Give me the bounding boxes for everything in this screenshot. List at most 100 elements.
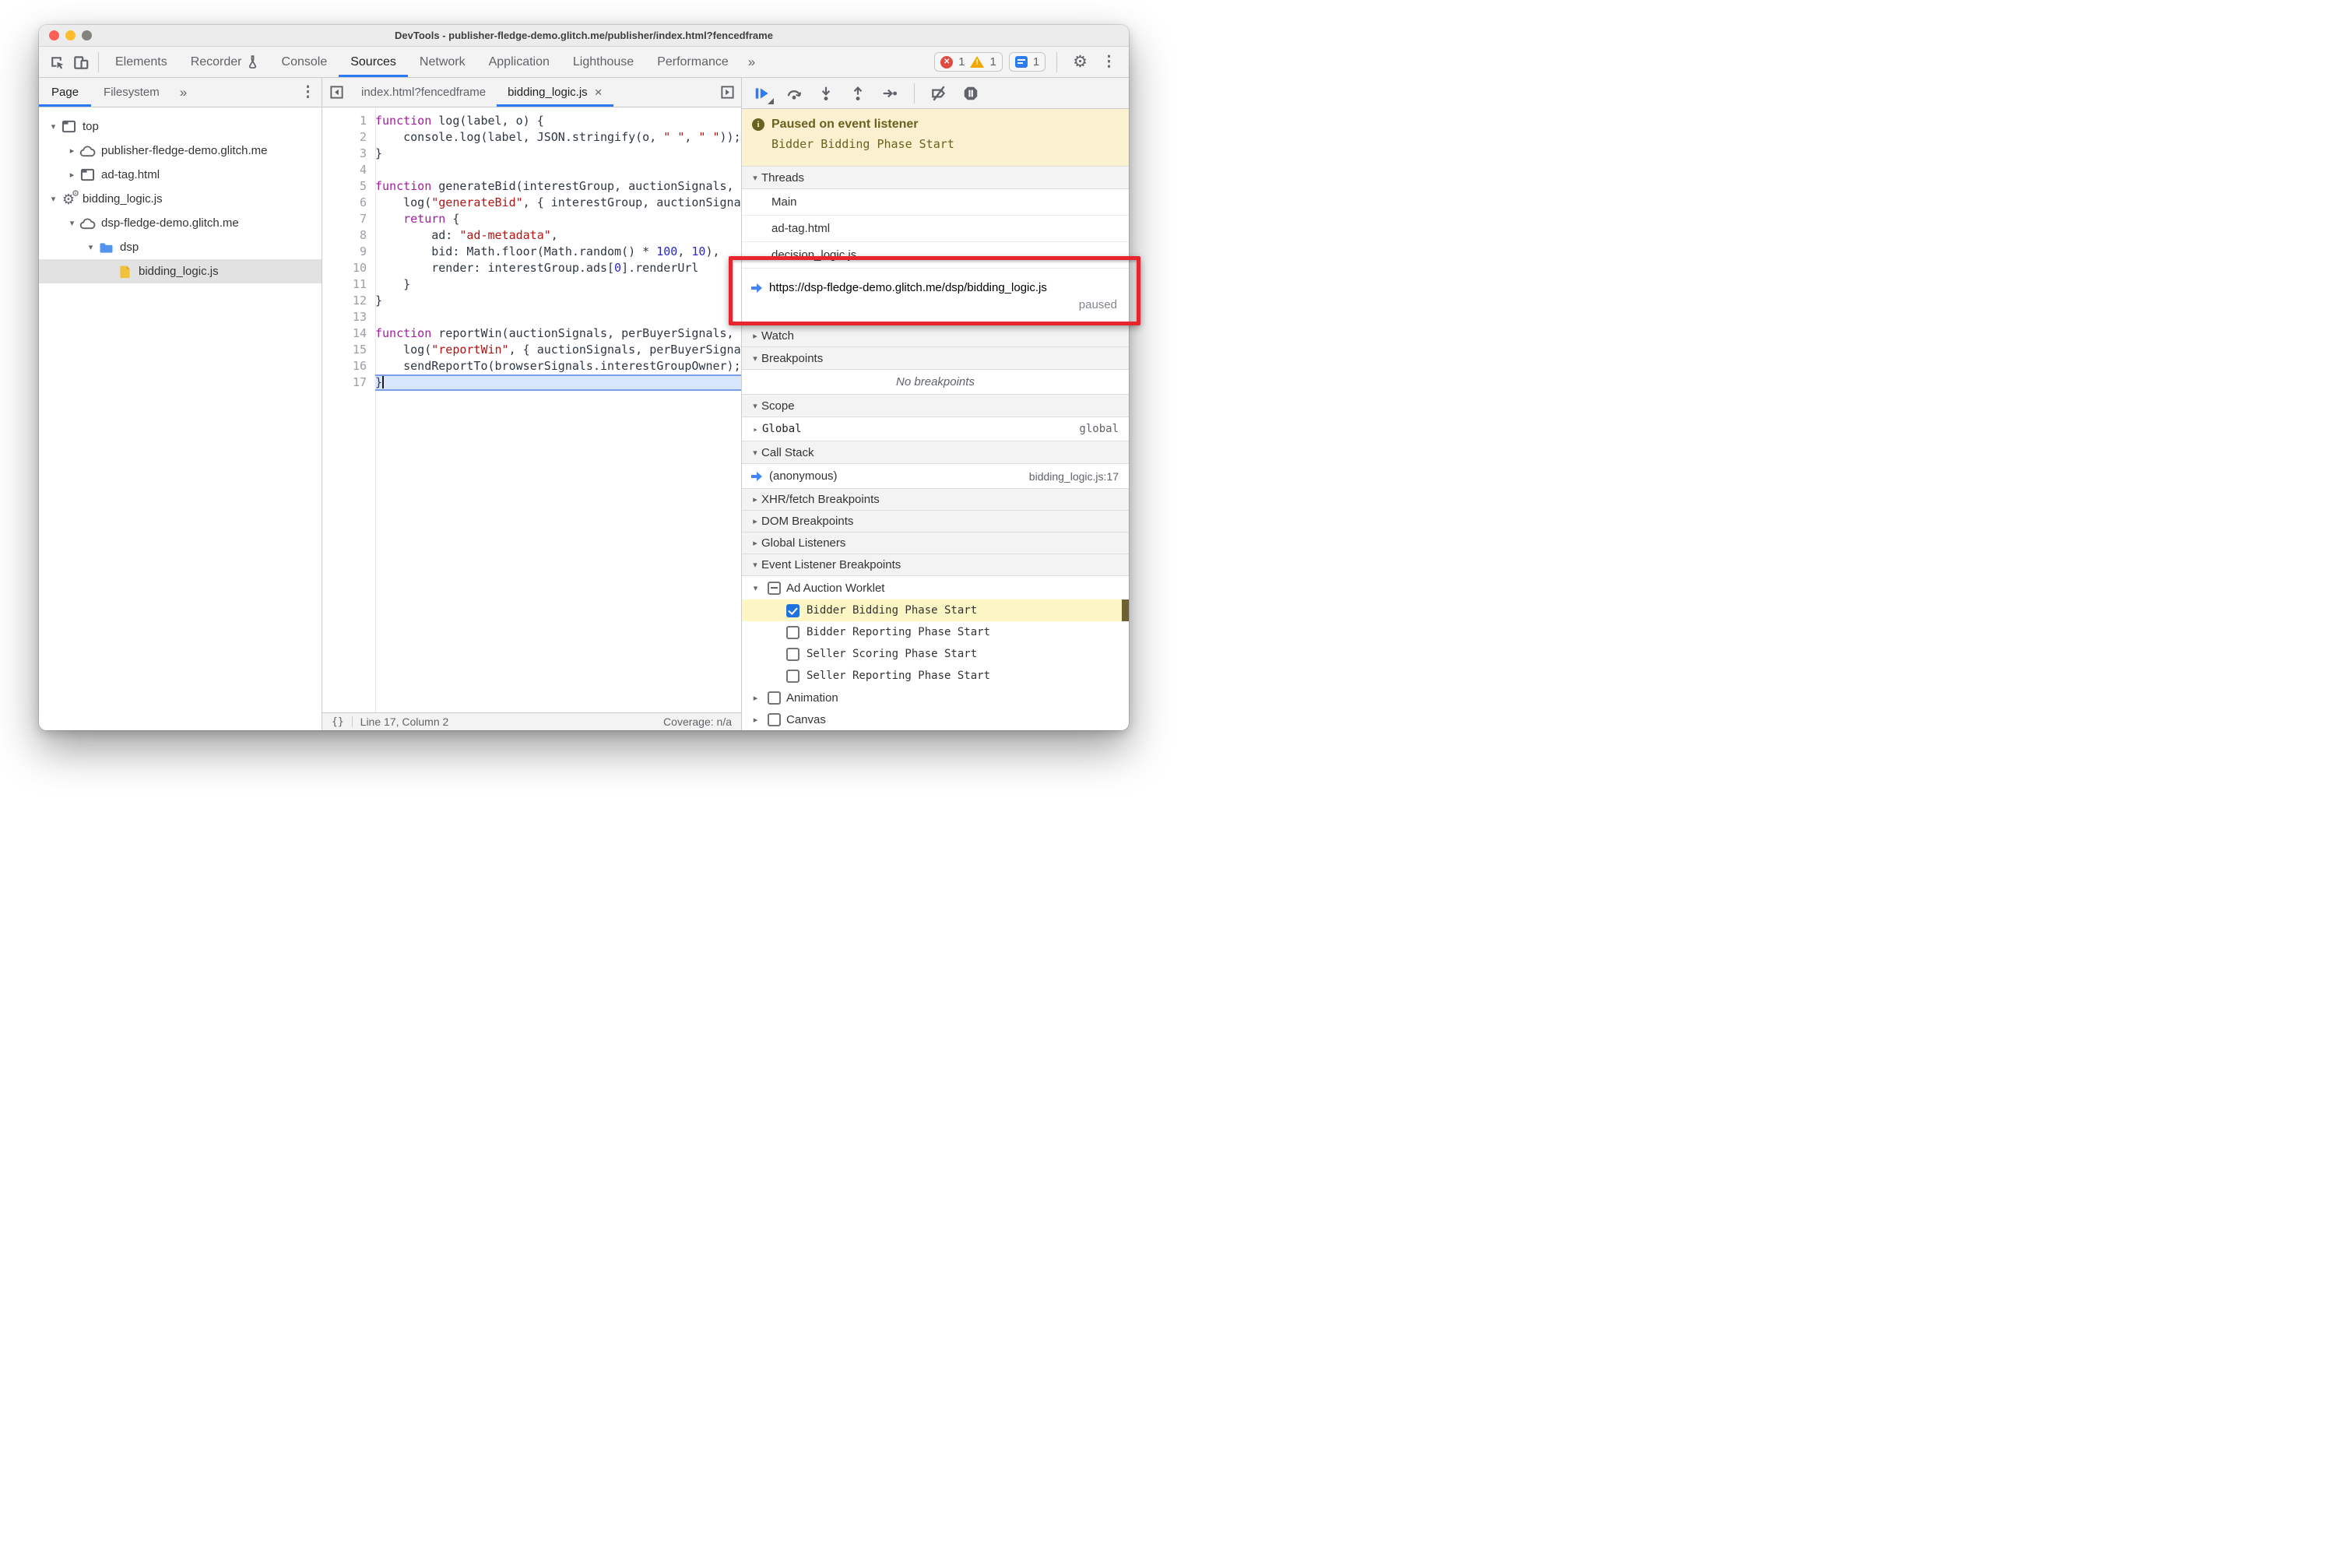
checkbox-checked[interactable]: [786, 603, 800, 617]
line-number[interactable]: 16: [322, 358, 375, 374]
code-line-5[interactable]: 5 function generateBid(interestGroup, auc…: [322, 178, 741, 195]
console-status-badges[interactable]: ✕ 1 ! 1: [934, 52, 1003, 72]
title-bar[interactable]: DevTools - publisher-fledge-demo.glitch.…: [39, 25, 1129, 47]
line-number[interactable]: 7: [322, 211, 375, 227]
step-button[interactable]: [881, 85, 898, 102]
ad-auction-worklet-checkbox[interactable]: [768, 581, 781, 595]
tab-filesystem[interactable]: Filesystem: [91, 78, 172, 107]
panel-tab-application[interactable]: Application: [477, 47, 561, 77]
breakpoint-bidder-bidding-phase-start[interactable]: Bidder Bidding Phase Start: [742, 599, 1129, 621]
chevron-right-icon[interactable]: ▸: [749, 693, 762, 703]
device-toolbar-icon[interactable]: [69, 51, 93, 74]
chevron-right-icon[interactable]: ▸: [749, 715, 762, 725]
code-line-17[interactable]: 17}: [322, 374, 741, 391]
chevron-down-icon[interactable]: ▾: [84, 242, 97, 252]
line-number[interactable]: 1: [322, 113, 375, 129]
code-line-12[interactable]: 12}: [322, 293, 741, 309]
section-dom-breakpoints[interactable]: ▸ DOM Breakpoints: [742, 510, 1129, 533]
tree-item-bidding-logic-js[interactable]: ▾ ⚙ ⚙ bidding_logic.js: [39, 187, 322, 211]
tab-page[interactable]: Page: [39, 78, 92, 107]
tree-item-ad-tag-html[interactable]: ▸ ad-tag.html: [39, 163, 322, 187]
tree-item-dsp-fledge-demo-glitch-me[interactable]: ▾ dsp-fledge-demo.glitch.me: [39, 211, 322, 235]
checkbox-unchecked[interactable]: [768, 691, 781, 705]
step-over-button[interactable]: [785, 85, 803, 102]
thread-row-decision-logic-js[interactable]: decision_logic.js: [742, 242, 1129, 269]
thread-row-main[interactable]: Main: [742, 189, 1129, 216]
elb-group-ad-auction-worklet[interactable]: ▾ Ad Auction Worklet: [742, 576, 1129, 599]
line-number[interactable]: 15: [322, 342, 375, 358]
panel-tab-console[interactable]: Console: [270, 47, 339, 77]
navigator-menu-kebab-icon[interactable]: ⋮: [297, 83, 322, 101]
inspect-element-icon[interactable]: [44, 51, 69, 74]
more-navigator-tabs-chevron[interactable]: »: [172, 85, 193, 100]
section-scope[interactable]: ▾ Scope: [742, 394, 1129, 417]
checkbox-unchecked[interactable]: [786, 669, 800, 683]
close-tab-icon[interactable]: ×: [595, 85, 603, 100]
panel-tab-elements[interactable]: Elements: [104, 47, 179, 77]
code-line-8[interactable]: 8 ad: "ad-metadata",: [322, 227, 741, 244]
code-line-9[interactable]: 9 bid: Math.floor(Math.random() * 100, 1…: [322, 244, 741, 260]
line-number[interactable]: 6: [322, 195, 375, 211]
breakpoint-bidder-reporting-phase-start[interactable]: Bidder Reporting Phase Start: [742, 621, 1129, 643]
section-breakpoints[interactable]: ▾ Breakpoints: [742, 346, 1129, 370]
panel-tab-network[interactable]: Network: [408, 47, 477, 77]
tab-bidding-logic-js[interactable]: bidding_logic.js ×: [497, 78, 613, 107]
section-global-listeners[interactable]: ▸ Global Listeners: [742, 532, 1129, 554]
checkbox-unchecked[interactable]: [768, 712, 781, 726]
line-number[interactable]: 9: [322, 244, 375, 260]
section-call-stack[interactable]: ▾ Call Stack: [742, 441, 1129, 464]
step-out-button[interactable]: [849, 85, 866, 102]
breakpoint-seller-scoring-phase-start[interactable]: Seller Scoring Phase Start: [742, 643, 1129, 665]
code-line-16[interactable]: 16 sendReportTo(browserSignals.interestG…: [322, 358, 741, 374]
panel-tab-performance[interactable]: Performance: [645, 47, 740, 77]
pretty-print-icon[interactable]: {}: [332, 716, 344, 728]
chevron-down-icon[interactable]: ▾: [65, 218, 79, 228]
section-xhr-breakpoints[interactable]: ▸ XHR/fetch Breakpoints: [742, 488, 1129, 511]
code-line-4[interactable]: 4: [322, 162, 741, 178]
elb-group-canvas[interactable]: ▸ Canvas: [742, 708, 1129, 730]
zoom-window-button[interactable]: [82, 30, 92, 40]
call-stack-frame[interactable]: (anonymous) bidding_logic.js:17: [742, 464, 1129, 489]
panel-tab-recorder[interactable]: Recorder: [179, 47, 270, 77]
code-line-15[interactable]: 15 log("reportWin", { auctionSignals, pe…: [322, 342, 741, 358]
code-line-14[interactable]: 14 function reportWin(auctionSignals, per…: [322, 325, 741, 342]
line-number[interactable]: 5: [322, 178, 375, 195]
hide-navigator-icon[interactable]: [322, 78, 350, 107]
tree-item-top[interactable]: ▾ top: [39, 114, 322, 139]
checkbox-unchecked[interactable]: [786, 625, 800, 639]
tree-item-bidding-logic-js[interactable]: bidding_logic.js: [39, 259, 322, 283]
breakpoint-seller-reporting-phase-start[interactable]: Seller Reporting Phase Start: [742, 665, 1129, 687]
resume-script-button[interactable]: [754, 85, 774, 104]
code-line-3[interactable]: 3}: [322, 146, 741, 162]
thread-row-ad-tag-html[interactable]: ad-tag.html: [742, 216, 1129, 242]
more-panels-chevron[interactable]: »: [740, 54, 761, 70]
line-number[interactable]: 13: [322, 309, 375, 325]
code-line-13[interactable]: 13: [322, 309, 741, 325]
line-number[interactable]: 11: [322, 276, 375, 293]
line-number[interactable]: 14: [322, 325, 375, 342]
chevron-down-icon[interactable]: ▾: [47, 194, 60, 204]
pause-on-exceptions-button[interactable]: [962, 85, 979, 102]
chevron-right-icon[interactable]: ▸: [65, 146, 79, 156]
tree-item-publisher-fledge-demo-glitch-me[interactable]: ▸ publisher-fledge-demo.glitch.me: [39, 139, 322, 163]
step-into-button[interactable]: [817, 85, 835, 102]
code-editor[interactable]: 1 function log(label, o) {2 console.log(l…: [322, 107, 741, 712]
code-line-2[interactable]: 2 console.log(label, JSON.stringify(o, "…: [322, 129, 741, 146]
code-line-1[interactable]: 1 function log(label, o) {: [322, 113, 741, 129]
chevron-down-icon[interactable]: ▾: [47, 121, 60, 132]
chevron-right-icon[interactable]: ▸: [65, 170, 79, 180]
minimize-window-button[interactable]: [65, 30, 76, 40]
code-line-7[interactable]: 7 return {: [322, 211, 741, 227]
scope-row-global[interactable]: ▸ Global global: [742, 417, 1129, 441]
line-number[interactable]: 17: [322, 374, 375, 391]
main-menu-kebab-icon[interactable]: ⋮: [1098, 53, 1123, 71]
checkbox-unchecked[interactable]: [786, 647, 800, 661]
panel-tab-sources[interactable]: Sources: [339, 47, 408, 77]
close-window-button[interactable]: [49, 30, 59, 40]
line-number[interactable]: 2: [322, 129, 375, 146]
line-number[interactable]: 10: [322, 260, 375, 276]
thread-row-paused[interactable]: https://dsp-fledge-demo.glitch.me/dsp/bi…: [742, 269, 1129, 325]
section-event-listener-breakpoints[interactable]: ▾ Event Listener Breakpoints: [742, 554, 1129, 576]
deactivate-breakpoints-button[interactable]: [930, 85, 947, 102]
panel-tab-lighthouse[interactable]: Lighthouse: [561, 47, 645, 77]
